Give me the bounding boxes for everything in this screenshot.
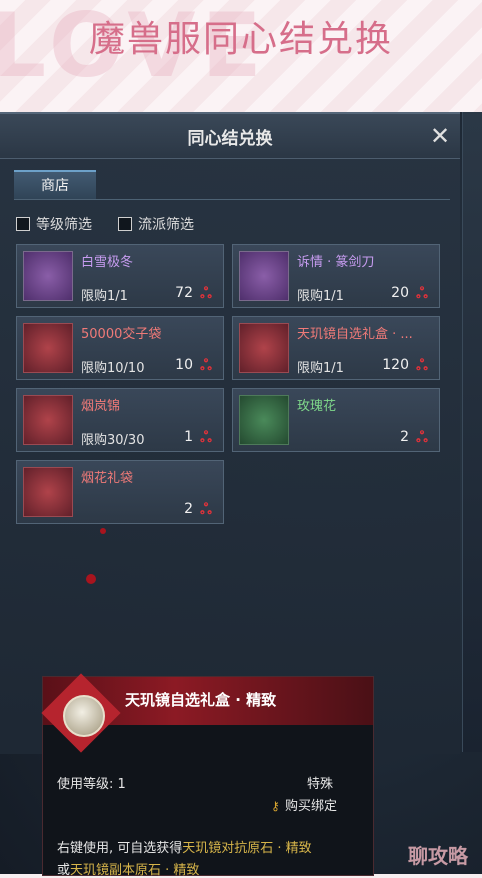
level-filter-label: 等级筛选 (36, 217, 92, 233)
exchange-window: 同心结兑换 ✕ 商店 等级筛选 流派筛选 白雪极冬 限购1/1 72 ஃ 诉情 … (0, 112, 460, 754)
mirror-icon (239, 323, 289, 373)
window-title: 同心结兑换 (187, 129, 273, 149)
tooltip-bind: ⚷ 购买绑定 (271, 795, 337, 814)
petal-decoration (86, 574, 96, 584)
item-price: 120 (382, 357, 409, 373)
firework-bag-icon (23, 467, 73, 517)
coin-bag-icon (23, 323, 73, 373)
school-filter-label: 流派筛选 (138, 217, 194, 233)
item-tooltip: 天玑镜自选礼盒 · 精致 使用等级: 1 特殊 ⚷ 购买绑定 右键使用, 可自选获… (41, 673, 374, 878)
tooltip-desc-highlight: 天玑镜对抗原石 · 精致 (182, 841, 312, 856)
level-filter-checkbox[interactable]: 等级筛选 (16, 214, 92, 234)
banner: LOVE 魔兽服同心结兑换 (0, 0, 482, 112)
item-price: 20 (391, 285, 409, 301)
tooltip-desc-line-2: 或天玑镜副本原石 · 精致 (57, 859, 199, 878)
item-price: 2 (400, 429, 409, 445)
knot-icon: ஃ (200, 428, 212, 446)
item-limit: 限购1/1 (297, 289, 344, 304)
item-name: 白雪极冬 (81, 255, 134, 270)
item-name: 诉情 · 篆剑刀 (297, 255, 375, 270)
tab-shop[interactable]: 商店 (14, 170, 96, 200)
tooltip-desc-highlight: 天玑镜副本原石 · 精致 (70, 863, 200, 878)
blade-icon (239, 251, 289, 301)
window-header: 同心结兑换 ✕ (0, 114, 460, 159)
rose-icon (239, 395, 289, 445)
knot-icon: ஃ (416, 428, 428, 446)
school-filter-checkbox[interactable]: 流派筛选 (118, 214, 194, 234)
shop-item[interactable]: 50000交子袋 限购10/10 10 ஃ (16, 316, 224, 380)
banner-title: 魔兽服同心结兑换 (88, 19, 393, 60)
tooltip-type: 特殊 (306, 777, 333, 792)
item-limit: 限购30/30 (81, 433, 145, 448)
close-icon[interactable]: ✕ (426, 122, 454, 150)
watermark: 聊攻略 (408, 844, 468, 868)
tooltip-desc-line-1: 右键使用, 可自选获得天玑镜对抗原石 · 精致 (57, 837, 312, 856)
item-name: 玫瑰花 (297, 399, 337, 414)
shop-item[interactable]: 烟岚锦 限购30/30 1 ஃ (16, 388, 224, 452)
snow-orb-icon (23, 251, 73, 301)
side-panel-edge (462, 112, 482, 752)
tooltip-bind-label: 购买绑定 (284, 799, 337, 814)
tooltip-desc-text: 右键使用, 可自选获得 (57, 841, 183, 856)
shop-item[interactable]: 玫瑰花 2 ஃ (232, 388, 440, 452)
item-name: 50000交子袋 (81, 327, 162, 342)
petal-decoration (100, 528, 106, 534)
checkbox-icon (16, 217, 30, 231)
mirror-icon (63, 695, 105, 737)
item-limit: 限购10/10 (81, 361, 145, 376)
shop-item[interactable]: 天玑镜自选礼盒 · ... 限购1/1 120 ஃ (232, 316, 440, 380)
tooltip-desc-text: 或 (57, 863, 71, 878)
item-limit: 限购1/1 (297, 361, 344, 376)
knot-icon: ஃ (416, 284, 428, 302)
tooltip-level: 使用等级: 1 (57, 777, 126, 792)
shop-item[interactable]: 白雪极冬 限购1/1 72 ஃ (16, 244, 224, 308)
knot-icon: ஃ (416, 356, 428, 374)
brocade-icon (23, 395, 73, 445)
item-name: 烟岚锦 (81, 399, 121, 414)
item-name: 烟花礼袋 (81, 471, 134, 486)
lock-icon: ⚷ (270, 799, 280, 813)
item-price: 1 (184, 429, 193, 445)
item-price: 2 (184, 501, 193, 517)
knot-icon: ஃ (200, 500, 212, 518)
shop-item[interactable]: 诉情 · 篆剑刀 限购1/1 20 ஃ (232, 244, 440, 308)
item-price: 72 (175, 285, 193, 301)
knot-icon: ஃ (200, 356, 212, 374)
item-limit: 限购1/1 (81, 289, 128, 304)
tab-divider (14, 199, 450, 200)
item-name: 天玑镜自选礼盒 · ... (297, 327, 413, 342)
tooltip-title: 天玑镜自选礼盒 · 精致 (125, 691, 277, 709)
item-price: 10 (175, 357, 193, 373)
checkbox-icon (118, 217, 132, 231)
knot-icon: ஃ (200, 284, 212, 302)
shop-item[interactable]: 烟花礼袋 2 ஃ (16, 460, 224, 524)
